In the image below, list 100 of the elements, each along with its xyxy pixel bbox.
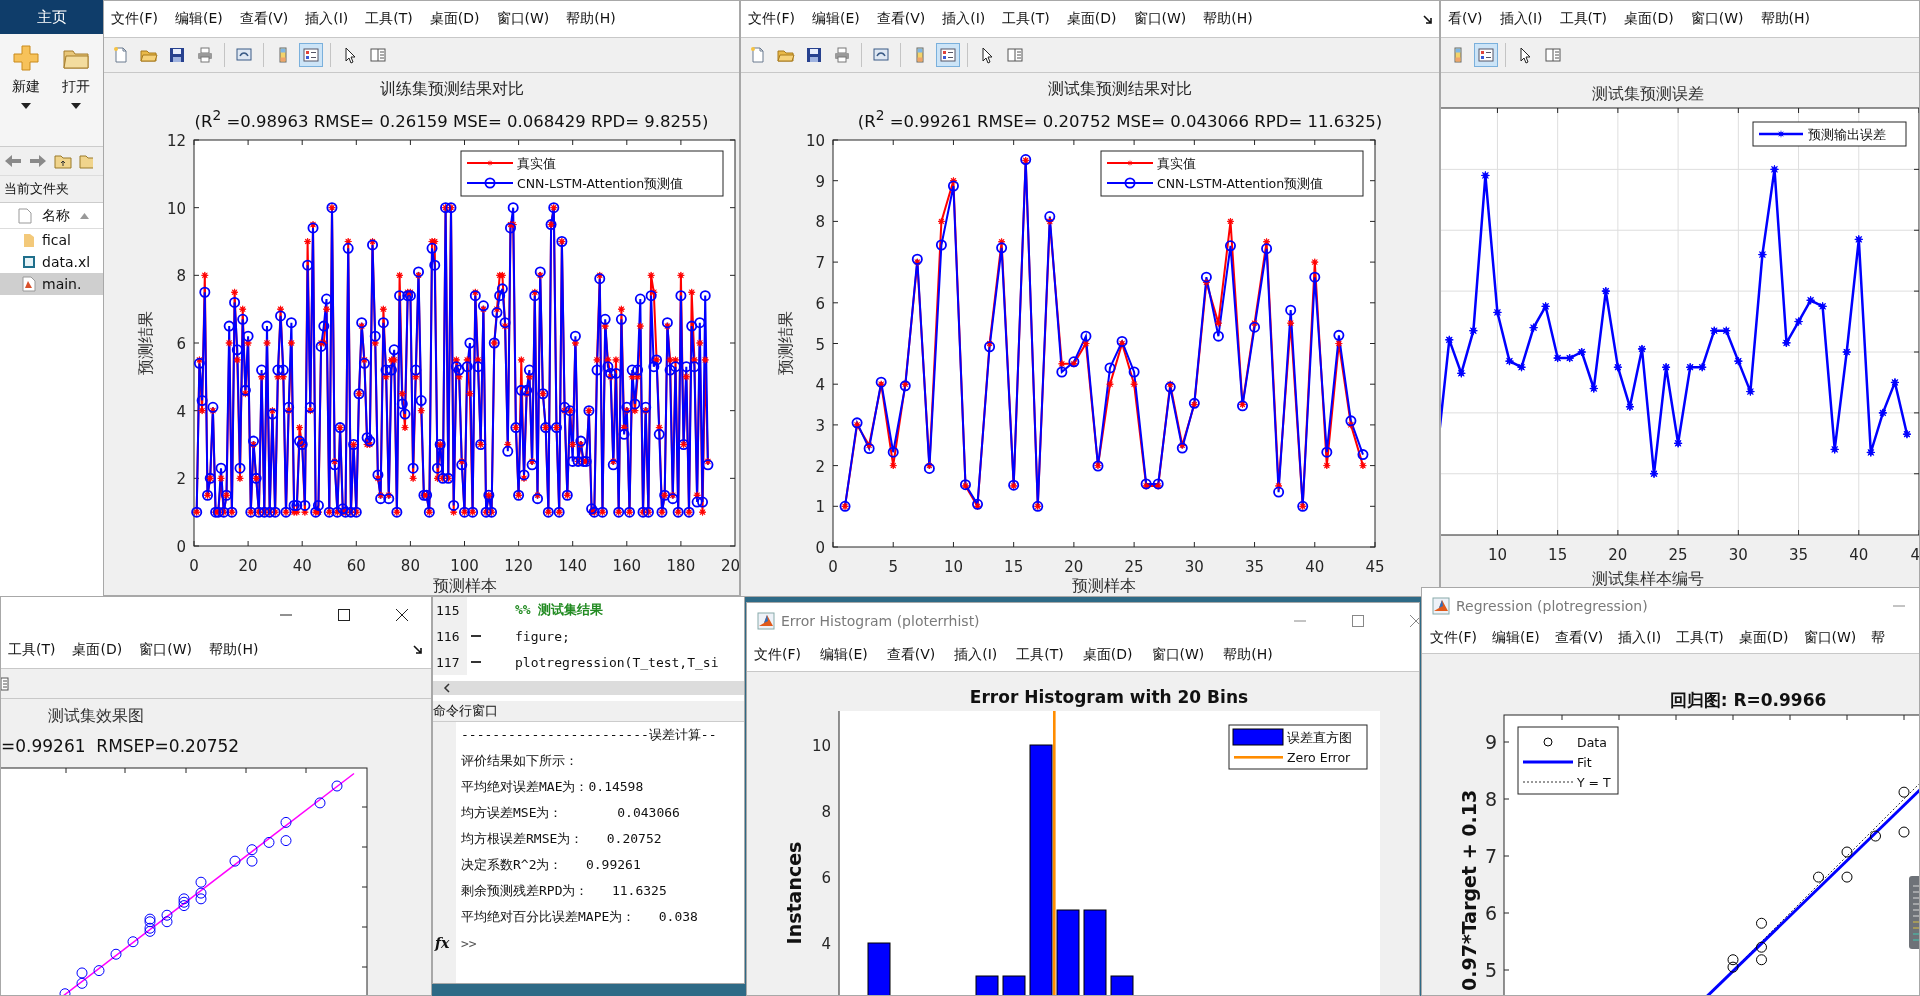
tick-label: 35 [1789, 546, 1809, 564]
tick-label: 5 [1484, 959, 1497, 981]
legend-label: 真实值 [1157, 155, 1196, 171]
tick-label: 140 [558, 556, 587, 575]
tick-label: 25 [1668, 546, 1688, 564]
tick-label: 4 [1910, 546, 1919, 564]
tick-label: 0 [176, 537, 186, 556]
tick-label: 35 [1245, 557, 1265, 576]
tick-label: 80 [400, 556, 420, 575]
tick-label: 6 [815, 294, 825, 313]
tick-label: 20 [720, 556, 739, 575]
legend-label: 真实值 [517, 155, 556, 171]
tick-label: 15 [1548, 546, 1568, 564]
tick-label: 100 [450, 556, 479, 575]
tick-label: 10 [166, 199, 186, 218]
line-number: 115 [433, 597, 467, 623]
tick-label: 6 [176, 334, 186, 353]
tick-label: 0 [815, 538, 825, 557]
code-line: %% 测试集结果 [515, 601, 604, 619]
axis-label: 测试集样本编号 [1592, 569, 1704, 587]
console-line: 均方误差MSE为： 0.043066 [460, 804, 680, 822]
console-line: 平均绝对百分比误差MAPE为： 0.038 [460, 908, 698, 926]
legend-label: CNN-LSTM-Attention预测值 [1157, 175, 1324, 191]
legend-label: Data [1577, 735, 1607, 750]
chart-title: 训练集预测结果对比 [378, 78, 525, 100]
tick-label: 4 [815, 375, 825, 394]
chart-title: 回归图: R=0.9966 [1669, 690, 1827, 710]
tick-label: 8 [176, 266, 186, 285]
window-title: Regression (plotregression) [1456, 597, 1648, 614]
tick-label: 30 [1184, 557, 1204, 576]
tick-label: 5 [815, 335, 825, 353]
tick-label: 0 [828, 557, 838, 576]
tick-label: 1 [815, 497, 825, 516]
tick-label: 20 [238, 556, 258, 575]
tick-label: 180 [666, 556, 696, 575]
chart-title: 测试集预测结果对比 [1047, 78, 1193, 100]
tick-label: 9 [1484, 731, 1497, 753]
tick-label: 7 [1484, 845, 1497, 867]
tick-label: 9 [815, 172, 825, 191]
tick-label: 160 [612, 556, 642, 575]
tick-label: 12 [166, 131, 186, 150]
panel-title: 命令行窗口 [433, 701, 744, 722]
tick-label: 7 [815, 253, 825, 272]
tick-label: 120 [504, 556, 533, 575]
window-title: Error Histogram (ploterrhist) [781, 612, 980, 629]
console-line: 均方根误差RMSE为： 0.20752 [460, 830, 662, 848]
tick-label: 6 [1484, 902, 1497, 924]
axis-label: Instances [783, 841, 805, 945]
chart-subtitle: (R$^{2}$ =0.98963 RMSE= 0.26159 MSE= 0.068429 RPD= 9.8255) [193, 106, 710, 133]
tick-label: 8 [1484, 788, 1497, 810]
code-line: figure; [515, 628, 570, 644]
tick-label: 15 [1004, 557, 1024, 576]
tick-label: 20 [1064, 557, 1084, 576]
tick-label: 10 [1487, 546, 1507, 564]
tick-label: 60 [346, 556, 366, 575]
code-line: plotregression(T_test,T_si [515, 654, 719, 670]
tick-label: 10 [943, 557, 963, 576]
tick-label: 40 [1305, 557, 1325, 576]
console-line: ------------------------误差计算-- [460, 726, 717, 744]
legend-label: 预测输出误差 [1808, 127, 1886, 142]
console-line: 决定系数R^2为： 0.99261 [460, 856, 641, 874]
console-line: 评价结果如下所示： [460, 752, 578, 770]
tick-label: 10 [805, 131, 825, 150]
chart-subtitle: =0.99261 RMSEP=0.20752 [1, 736, 240, 756]
tick-label: 8 [821, 803, 831, 821]
tick-label: 40 [1849, 546, 1869, 564]
chart-title: 测试集预测误差 [1592, 84, 1704, 103]
tick-label: 45 [1365, 557, 1385, 576]
tick-label: 10 [811, 737, 831, 755]
tick-label: 4 [821, 935, 831, 953]
axis-label: 预测结果 [136, 310, 155, 375]
tick-label: 6 [821, 869, 831, 887]
tick-label: 20 [1608, 546, 1628, 564]
tick-label: 2 [176, 469, 186, 488]
line-number: 117 [433, 649, 467, 675]
axis-label: 预测样本 [432, 575, 497, 595]
legend-label: Fit [1577, 755, 1592, 770]
chart-title: Error Histogram with 20 Bins [969, 687, 1249, 707]
tick-label: 25 [1124, 557, 1144, 576]
tick-label: 4 [176, 402, 186, 421]
tick-label: 40 [292, 556, 312, 575]
line-number: 116 [433, 623, 467, 649]
chart-subtitle: (R$^{2}$ =0.99261 RMSE= 0.20752 MSE= 0.043066 RPD= 11.6325) [856, 106, 1384, 133]
legend-label: CNN-LSTM-Attention预测值 [517, 175, 684, 191]
tick-label: 30 [1728, 546, 1748, 564]
console-line: 平均绝对误差MAE为：0.14598 [460, 778, 644, 796]
axis-label: 预测样本 [1072, 575, 1136, 595]
chart-title: 测试集效果图 [48, 706, 144, 725]
tick-label: 0 [189, 556, 199, 575]
tick-label: 2 [815, 457, 825, 476]
axis-label: 预测结果 [776, 310, 795, 375]
console-line: 剩余预测残差RPD为： 11.6325 [460, 882, 667, 900]
legend-label: Zero Error [1287, 750, 1351, 765]
legend-label: Y = T [1577, 775, 1611, 790]
panel-title: 当前文件夹 [0, 176, 103, 203]
legend-label: 误差直方图 [1287, 730, 1352, 745]
tick-label: 8 [815, 212, 825, 231]
tick-label: 3 [815, 416, 825, 435]
tick-label: 5 [888, 557, 898, 576]
axis-label: 0.97*Target + 0.13 [1458, 789, 1480, 991]
